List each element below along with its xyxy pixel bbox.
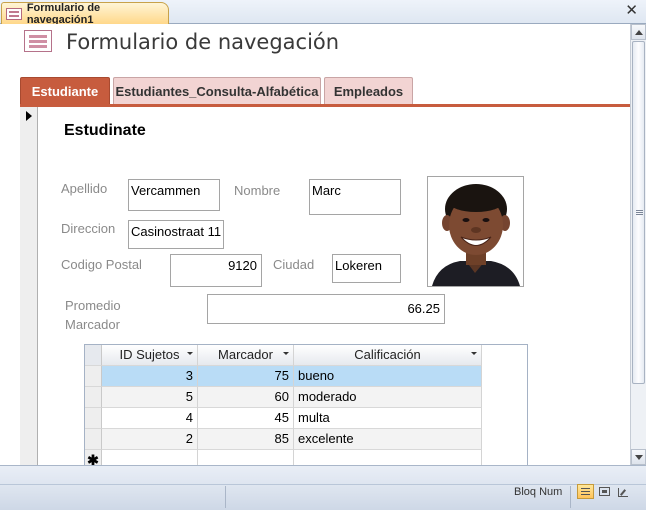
cell-calificacion[interactable]: excelente [294,429,482,450]
nombre-field[interactable]: Marc [309,179,401,215]
design-view-icon[interactable] [614,484,631,499]
scroll-up-button[interactable] [631,24,646,40]
row-selector[interactable] [85,429,102,450]
tab-underline [20,104,630,107]
num-lock-indicator: Bloq Num [514,486,563,498]
form-icon [6,7,22,20]
grid-header-row: ID Sujetos Marcador Calificación [85,345,482,366]
scroll-down-button[interactable] [631,449,646,465]
cell-id-sujetos[interactable]: 3 [102,366,198,387]
ciudad-label: Ciudad [273,257,315,272]
cell-marcador[interactable]: 75 [198,366,294,387]
record-pointer-icon [26,111,32,121]
tab-estudiante[interactable]: Estudiante [20,77,110,104]
nombre-label: Nombre [234,183,281,198]
cell-marcador[interactable]: 45 [198,408,294,429]
new-record-icon: ✱ [85,450,102,465]
column-header-calificacion[interactable]: Calificación [294,345,482,366]
column-header-label: Marcador [218,347,273,362]
cell-calificacion[interactable]: bueno [294,366,482,387]
apellido-label: Apellido [61,181,108,196]
promedio-label: Promedio Marcador [65,296,121,334]
chevron-down-icon[interactable] [471,352,477,355]
scroll-thumb[interactable] [632,41,645,384]
new-record-row[interactable]: ✱ [85,450,482,465]
navigation-form: Formulario de navegación Estudiante Estu… [0,24,630,465]
promedio-field[interactable]: 66.25 [207,294,445,324]
table-row[interactable]: 3 75 bueno [85,366,482,387]
close-icon[interactable]: ✕ [625,3,638,19]
direccion-field[interactable]: Casinostraat 11 [128,220,224,249]
row-selector[interactable] [85,366,102,387]
chevron-down-icon[interactable] [283,352,289,355]
apellido-field[interactable]: Vercammen [128,179,220,211]
cell-id-sujetos[interactable] [102,450,198,465]
codigo-postal-label: Codigo Postal [61,257,142,272]
status-separator [570,486,571,508]
cell-calificacion[interactable] [294,450,482,465]
status-bar: Bloq Num [0,465,646,510]
chevron-down-icon[interactable] [187,352,193,355]
cell-calificacion[interactable]: moderado [294,387,482,408]
arrow-down-icon [635,455,643,460]
form-view-icon[interactable] [577,484,594,499]
table-row[interactable]: 4 45 multa [85,408,482,429]
select-all-corner[interactable] [85,345,102,366]
form-header-icon [24,30,52,52]
direccion-label: Direccion [61,221,116,236]
arrow-up-icon [635,30,643,35]
student-photo [427,176,524,287]
document-tab-label: Formulario de navegación1 [26,1,101,26]
promedio-label-line1: Promedio [65,298,121,313]
ciudad-field[interactable]: Lokeren [332,254,401,283]
vertical-scrollbar[interactable] [630,24,646,465]
codigo-postal-field[interactable]: 9120 [170,254,262,287]
table-row[interactable]: 2 85 excelente [85,429,482,450]
cell-marcador[interactable]: 85 [198,429,294,450]
tab-estudiantes-consulta[interactable]: Estudiantes_Consulta-Alfabética [113,77,321,104]
form-title: Formulario de navegación [66,30,340,54]
cell-marcador[interactable] [198,450,294,465]
cell-marcador[interactable]: 60 [198,387,294,408]
column-header-id-sujetos[interactable]: ID Sujetos [102,345,198,366]
cell-id-sujetos[interactable]: 2 [102,429,198,450]
row-selector[interactable] [85,387,102,408]
record-selector[interactable] [20,107,38,465]
layout-view-icon[interactable] [596,484,613,499]
subjects-datasheet: ID Sujetos Marcador Calificación 3 75 bu… [84,344,528,465]
status-separator [225,486,226,508]
cell-id-sujetos[interactable]: 5 [102,387,198,408]
column-header-marcador[interactable]: Marcador [198,345,294,366]
column-header-label: Calificación [354,347,421,362]
document-tab-bar: Formulario de navegación1 ✕ [0,0,646,26]
cell-id-sujetos[interactable]: 4 [102,408,198,429]
tab-empleados[interactable]: Empleados [324,77,413,104]
column-header-label: ID Sujetos [119,347,180,362]
row-selector[interactable] [85,408,102,429]
document-tab[interactable]: Formulario de navegación1 [1,1,169,26]
cell-calificacion[interactable]: multa [294,408,482,429]
subform-title: Estudinate [64,122,146,139]
promedio-label-line2: Marcador [65,317,120,332]
table-row[interactable]: 5 60 moderado [85,387,482,408]
